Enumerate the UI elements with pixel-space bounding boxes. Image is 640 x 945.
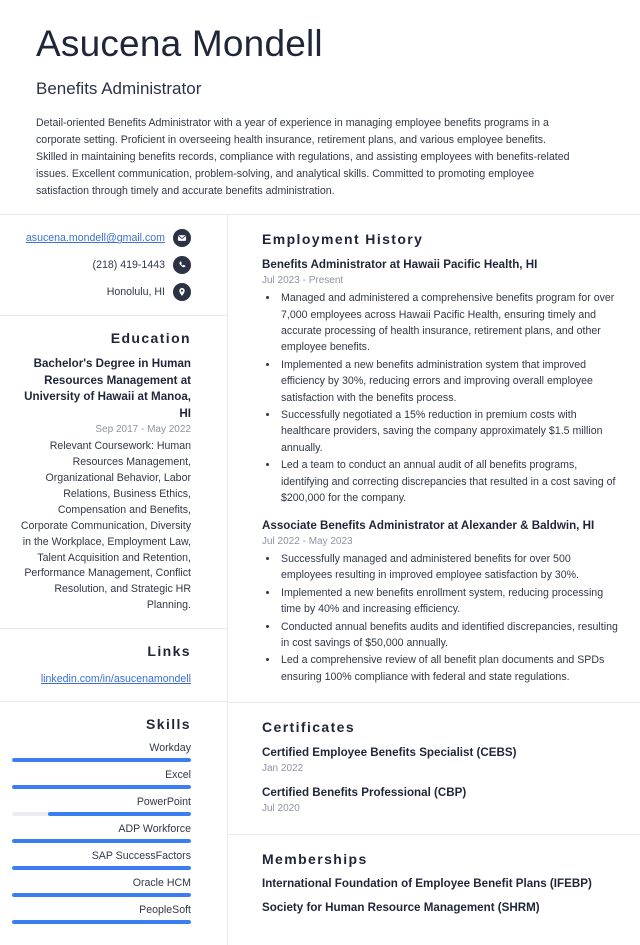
links-list: linkedin.com/in/asucenamondell xyxy=(12,669,191,687)
education-dates: Sep 2017 - May 2022 xyxy=(95,424,191,436)
employment-entries: Benefits Administrator at Hawaii Pacific… xyxy=(262,257,618,685)
skill-level-fill xyxy=(47,812,191,817)
contact-email-row[interactable]: asucena.mondell@gmail.com xyxy=(12,229,191,248)
certificate-title: Certified Benefits Professional (CBP) xyxy=(262,785,467,799)
skill-name: Workday xyxy=(149,742,191,755)
membership-title: International Foundation of Employee Ben… xyxy=(262,876,592,890)
skill-level-fill xyxy=(12,839,191,844)
certificates-entries: Certified Employee Benefits Specialist (… xyxy=(262,745,618,813)
skill-level-bar xyxy=(12,785,191,790)
employment-entry-title: Associate Benefits Administrator at Alex… xyxy=(262,519,595,533)
memberships-heading: Memberships xyxy=(262,850,368,867)
skill-level-bar xyxy=(12,758,191,763)
certificate-date: Jan 2022 xyxy=(262,762,304,774)
skill-level-fill xyxy=(12,866,191,871)
professional-summary: Detail-oriented Benefits Administrator w… xyxy=(36,116,570,198)
linkedin-link[interactable]: linkedin.com/in/asucenamondell xyxy=(41,673,191,685)
employment-bullet: Successfully negotiated a 15% reduction … xyxy=(279,407,618,456)
map-pin-icon xyxy=(173,283,191,302)
skill-name: Excel xyxy=(165,769,191,782)
employment-bullet: Managed and administered a comprehensive… xyxy=(279,290,618,356)
envelope-icon xyxy=(173,229,191,248)
skill-item: Excel xyxy=(12,769,191,790)
skill-level-bar xyxy=(12,893,191,898)
memberships-entries: International Foundation of Employee Ben… xyxy=(262,877,618,914)
employment-entry-dates: Jul 2022 - May 2023 xyxy=(262,536,353,548)
employment-bullet: Implemented a new benefits enrollment sy… xyxy=(279,585,618,618)
candidate-name: Asucena Mondell xyxy=(36,23,323,64)
skill-name: PowerPoint xyxy=(136,796,191,809)
employment-bullet: Successfully managed and administered be… xyxy=(279,551,618,584)
certificate-title: Certified Employee Benefits Specialist (… xyxy=(262,746,517,760)
employment-history-heading: Employment History xyxy=(262,231,424,248)
certificate-entry: Certified Employee Benefits Specialist (… xyxy=(262,745,618,774)
education-heading: Education xyxy=(110,330,191,347)
skill-level-bar xyxy=(12,920,191,925)
email-link[interactable]: asucena.mondell@gmail.com xyxy=(26,232,165,244)
skill-name: SAP SuccessFactors xyxy=(91,850,191,863)
certificate-date: Jul 2020 xyxy=(262,802,300,814)
main-column: Employment History Benefits Administrato… xyxy=(228,215,640,945)
memberships-section: Memberships International Foundation of … xyxy=(228,835,640,930)
links-section: Links linkedin.com/in/asucenamondell xyxy=(0,629,227,703)
certificates-section: Certificates Certified Employee Benefits… xyxy=(228,703,640,835)
employment-entry: Benefits Administrator at Hawaii Pacific… xyxy=(262,257,618,506)
skill-level-bar xyxy=(12,866,191,871)
skill-level-fill xyxy=(12,893,191,898)
sidebar-column: asucena.mondell@gmail.com (218) 419-1443 xyxy=(0,215,228,945)
employment-entry-title: Benefits Administrator at Hawaii Pacific… xyxy=(262,258,538,272)
phone-icon xyxy=(173,256,191,275)
education-description: Relevant Coursework: Human Resources Man… xyxy=(20,440,191,612)
skills-section: Skills Workday Excel PowerPoint ADP Workfor… xyxy=(0,702,227,945)
skill-level-fill xyxy=(12,920,191,925)
skill-item: PeopleSoft xyxy=(12,904,191,925)
employment-bullet: Conducted annual benefits audits and ide… xyxy=(279,619,618,652)
skills-heading: Skills xyxy=(146,716,191,733)
certificate-entry: Certified Benefits Professional (CBP) Jul… xyxy=(262,785,618,814)
employment-entry: Associate Benefits Administrator at Alex… xyxy=(262,518,618,685)
candidate-job-title: Benefits Administrator xyxy=(36,78,202,98)
skill-item: Oracle HCM xyxy=(12,877,191,898)
employment-entry-dates: Jul 2023 - Present xyxy=(262,275,344,287)
employment-bullet-list: Managed and administered a comprehensive… xyxy=(262,290,618,506)
skill-name: Oracle HCM xyxy=(132,877,191,890)
links-heading: Links xyxy=(147,643,191,660)
employment-bullet: Led a team to conduct an annual audit of… xyxy=(279,457,618,506)
membership-title: Society for Human Resource Management (S… xyxy=(262,900,540,914)
resume-header: Asucena Mondell Benefits Administrator D… xyxy=(0,0,640,214)
resume-body: asucena.mondell@gmail.com (218) 419-1443 xyxy=(0,215,640,945)
skill-item: ADP Workforce xyxy=(12,823,191,844)
location-text: Honolulu, HI xyxy=(106,285,165,298)
skill-name: ADP Workforce xyxy=(118,823,191,836)
contact-location-row: Honolulu, HI xyxy=(12,283,191,302)
skills-list: Workday Excel PowerPoint ADP Workforce SAP S… xyxy=(12,742,191,925)
skill-item: Workday xyxy=(12,742,191,763)
certificates-heading: Certificates xyxy=(262,719,356,736)
employment-bullet: Implemented a new benefits administratio… xyxy=(279,357,618,406)
skill-item: SAP SuccessFactors xyxy=(12,850,191,871)
skill-level-fill xyxy=(12,785,191,790)
resume-page: Asucena Mondell Benefits Administrator D… xyxy=(0,0,640,945)
employment-bullet-list: Successfully managed and administered be… xyxy=(262,551,618,685)
skill-level-bar xyxy=(12,812,191,817)
contact-section: asucena.mondell@gmail.com (218) 419-1443 xyxy=(0,215,227,317)
contact-phone-row: (218) 419-1443 xyxy=(12,256,191,275)
skill-level-fill xyxy=(12,758,191,763)
employment-history-section: Employment History Benefits Administrato… xyxy=(228,215,640,704)
phone-number: (218) 419-1443 xyxy=(92,258,165,271)
skill-item: PowerPoint xyxy=(12,796,191,817)
skill-name: PeopleSoft xyxy=(139,904,191,917)
employment-bullet: Led a comprehensive review of all benefi… xyxy=(279,652,618,685)
skill-level-bar xyxy=(12,839,191,844)
education-section: Education Bachelor's Degree in Human Res… xyxy=(0,316,227,630)
education-degree: Bachelor's Degree in Human Resources Man… xyxy=(24,357,191,420)
